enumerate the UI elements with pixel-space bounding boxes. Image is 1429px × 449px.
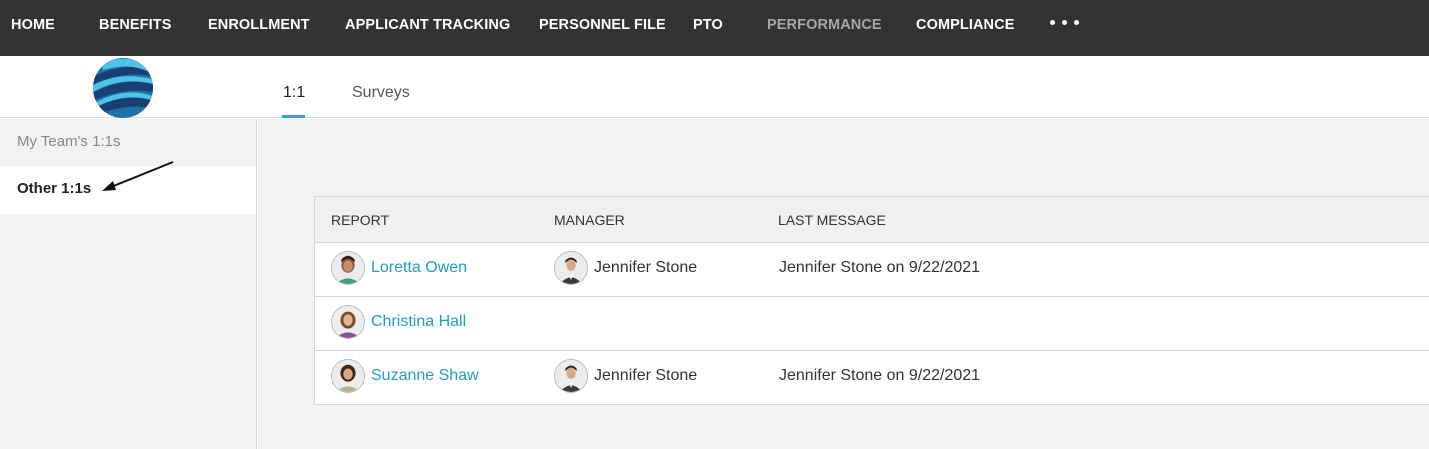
last-message: Jennifer Stone on 9/22/2021 bbox=[779, 259, 981, 276]
avatar bbox=[331, 305, 365, 339]
report-name-link[interactable]: Christina Hall bbox=[371, 313, 466, 331]
avatar bbox=[331, 359, 365, 393]
company-logo-icon bbox=[93, 58, 153, 118]
column-header-manager[interactable]: MANAGER bbox=[554, 212, 625, 228]
annotation-arrow-icon bbox=[102, 161, 174, 191]
manager-name: Jennifer Stone bbox=[594, 259, 698, 276]
column-header-last-message[interactable]: LAST MESSAGE bbox=[778, 212, 886, 228]
nav-personnel-file[interactable]: PERSONNEL FILE bbox=[539, 17, 666, 33]
avatar bbox=[554, 251, 588, 285]
ellipsis-icon[interactable] bbox=[1050, 20, 1079, 25]
nav-performance[interactable]: PERFORMANCE bbox=[767, 17, 882, 33]
manager-name: Jennifer Stone bbox=[594, 367, 698, 384]
one-on-ones-table: REPORT MANAGER LAST MESSAGE Loretta Owen… bbox=[314, 196, 1429, 405]
nav-enrollment[interactable]: ENROLLMENT bbox=[208, 17, 310, 33]
nav-pto[interactable]: PTO bbox=[693, 17, 723, 33]
main-content: REPORT MANAGER LAST MESSAGE Loretta Owen… bbox=[258, 119, 1429, 449]
table-row[interactable]: Christina Hall bbox=[315, 297, 1429, 351]
tab-one-on-one[interactable]: 1:1 bbox=[283, 84, 305, 102]
nav-benefits[interactable]: BENEFITS bbox=[99, 17, 172, 33]
nav-compliance[interactable]: COMPLIANCE bbox=[916, 17, 1014, 33]
report-name-link[interactable]: Suzanne Shaw bbox=[371, 367, 479, 385]
nav-applicant-tracking[interactable]: APPLICANT TRACKING bbox=[345, 17, 510, 33]
active-tab-indicator bbox=[282, 115, 305, 118]
top-nav-bar: HOME BENEFITS ENROLLMENT APPLICANT TRACK… bbox=[0, 0, 1429, 56]
report-name-link[interactable]: Loretta Owen bbox=[371, 259, 467, 277]
column-header-report[interactable]: REPORT bbox=[331, 212, 389, 228]
avatar bbox=[331, 251, 365, 285]
table-row[interactable]: Suzanne Shaw Jennifer Stone Jennifer Sto… bbox=[315, 351, 1429, 405]
table-header: REPORT MANAGER LAST MESSAGE bbox=[315, 197, 1429, 243]
avatar bbox=[554, 359, 588, 393]
nav-home[interactable]: HOME bbox=[11, 17, 55, 33]
sub-header: 1:1 Surveys bbox=[0, 56, 1429, 118]
last-message: Jennifer Stone on 9/22/2021 bbox=[779, 367, 981, 384]
tab-surveys[interactable]: Surveys bbox=[352, 84, 410, 102]
table-row[interactable]: Loretta Owen Jennifer Stone Jennifer Sto… bbox=[315, 243, 1429, 297]
